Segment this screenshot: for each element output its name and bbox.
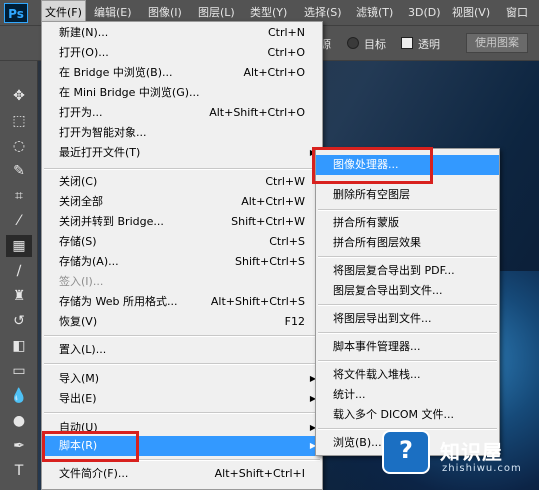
menu-item-script-events-manager[interactable]: 脚本事件管理器... [316, 337, 499, 357]
scripts-submenu: 图像处理器... 删除所有空图层 拼合所有蒙版 拼合所有图层效果 将图层复合导出… [315, 148, 500, 456]
menu-item-export[interactable]: 导出(E) ▶ [42, 389, 322, 409]
brush-icon[interactable]: ∕ [6, 260, 32, 282]
menu-item-load-multiple-dicom[interactable]: 载入多个 DICOM 文件... [316, 405, 499, 425]
menu-item-place[interactable]: 置入(L)... [42, 340, 322, 360]
menu-item-close[interactable]: 关闭(C) Ctrl+W [42, 172, 322, 192]
menu-item-open-as[interactable]: 打开为... Alt+Shift+Ctrl+O [42, 103, 322, 123]
menu-item-browse-bridge[interactable]: 在 Bridge 中浏览(B)... Alt+Ctrl+O [42, 63, 322, 83]
dodge-icon[interactable]: ● [6, 410, 32, 432]
target-radio[interactable] [347, 37, 359, 49]
menu-separator [44, 335, 320, 337]
tools-panel: ✥ ⬚ ◌ ✎ ⌗ ⁄ ▦ ∕ ♜ ↺ ◧ ▭ 💧 ● ✒ T [0, 61, 38, 490]
watermark-subtitle: zhishiwu.com [442, 463, 522, 474]
menu-separator [318, 360, 497, 362]
menu-item-new[interactable]: 新建(N)... Ctrl+N [42, 23, 322, 43]
menu-window[interactable]: 窗口 [506, 0, 528, 25]
menu-separator [318, 209, 497, 211]
watermark-title: 知识屋 [440, 440, 503, 464]
menu-item-layer-comps-to-files[interactable]: 图层复合导出到文件... [316, 281, 499, 301]
lasso-icon[interactable]: ◌ [6, 135, 32, 157]
menu-3d[interactable]: 3D(D) [408, 0, 441, 25]
menu-item-check-in: 签入(I)... [59, 275, 104, 288]
menu-separator [44, 412, 320, 414]
menu-item-layer-comps-to-pdf[interactable]: 将图层复合导出到 PDF... [316, 261, 499, 281]
file-menu: 新建(N)... Ctrl+N 打开(O)... Ctrl+O 在 Bridge 中… [41, 21, 323, 490]
menu-separator [318, 332, 497, 334]
menu-item-save[interactable]: 存储(S) Ctrl+S [42, 232, 322, 252]
eyedropper-icon[interactable]: ⁄ [6, 210, 32, 232]
use-pattern-button[interactable]: 使用图案 [466, 33, 528, 53]
history-brush-icon[interactable]: ↺ [6, 310, 32, 332]
annotation-box-image-processor [312, 147, 433, 184]
menu-item-flatten-layer-effects[interactable]: 拼合所有图层效果 [316, 233, 499, 253]
healing-brush-icon[interactable]: ▦ [6, 235, 32, 257]
menu-item-recent-files[interactable]: 最近打开文件(T) ▶ [42, 143, 322, 163]
menu-separator [318, 256, 497, 258]
photoshop-logo: Ps [4, 3, 28, 23]
menu-item-revert[interactable]: 恢复(V) F12 [42, 312, 322, 332]
menu-item-save-for-web[interactable]: 存储为 Web 所用格式... Alt+Shift+Ctrl+S [42, 292, 322, 312]
menu-filter[interactable]: 滤镜(T) [356, 0, 393, 25]
transparent-label: 透明 [418, 38, 440, 51]
menu-item-open[interactable]: 打开(O)... Ctrl+O [42, 43, 322, 63]
menu-item-open-smart-object[interactable]: 打开为智能对象... [42, 123, 322, 143]
gradient-icon[interactable]: ▭ [6, 360, 32, 382]
eraser-icon[interactable]: ◧ [6, 335, 32, 357]
annotation-box-scripts [42, 431, 139, 462]
move-icon[interactable]: ✥ [6, 85, 32, 107]
target-label: 目标 [364, 38, 386, 51]
quick-select-icon[interactable]: ✎ [6, 160, 32, 182]
marquee-icon[interactable]: ⬚ [6, 110, 32, 132]
pen-icon[interactable]: ✒ [6, 435, 32, 457]
menu-item-load-files-into-stack[interactable]: 将文件载入堆栈... [316, 365, 499, 385]
menu-item-flatten-masks[interactable]: 拼合所有蒙版 [316, 213, 499, 233]
menu-item-delete-empty-layers[interactable]: 删除所有空图层 [316, 185, 499, 205]
menu-separator [44, 168, 320, 170]
blur-icon[interactable]: 💧 [6, 385, 32, 407]
type-icon[interactable]: T [6, 460, 32, 482]
menu-item-import[interactable]: 导入(M) ▶ [42, 369, 322, 389]
menu-item-file-info[interactable]: 文件简介(F)... Alt+Shift+Ctrl+I [42, 464, 322, 484]
watermark-logo-icon: ? [382, 430, 430, 474]
menu-view[interactable]: 视图(V) [452, 0, 490, 25]
menu-separator [318, 304, 497, 306]
crop-icon[interactable]: ⌗ [6, 185, 32, 207]
menu-item-save-as[interactable]: 存储为(A)... Shift+Ctrl+S [42, 252, 322, 272]
menu-item-close-go-bridge[interactable]: 关闭并转到 Bridge... Shift+Ctrl+W [42, 212, 322, 232]
menu-item-browse-mini-bridge[interactable]: 在 Mini Bridge 中浏览(G)... [42, 83, 322, 103]
menu-item-close-all[interactable]: 关闭全部 Alt+Ctrl+W [42, 192, 322, 212]
clone-stamp-icon[interactable]: ♜ [6, 285, 32, 307]
menu-item-export-layers-to-files[interactable]: 将图层导出到文件... [316, 309, 499, 329]
menu-separator [44, 363, 320, 365]
menu-item-statistics[interactable]: 统计... [316, 385, 499, 405]
transparent-checkbox[interactable] [401, 37, 413, 49]
